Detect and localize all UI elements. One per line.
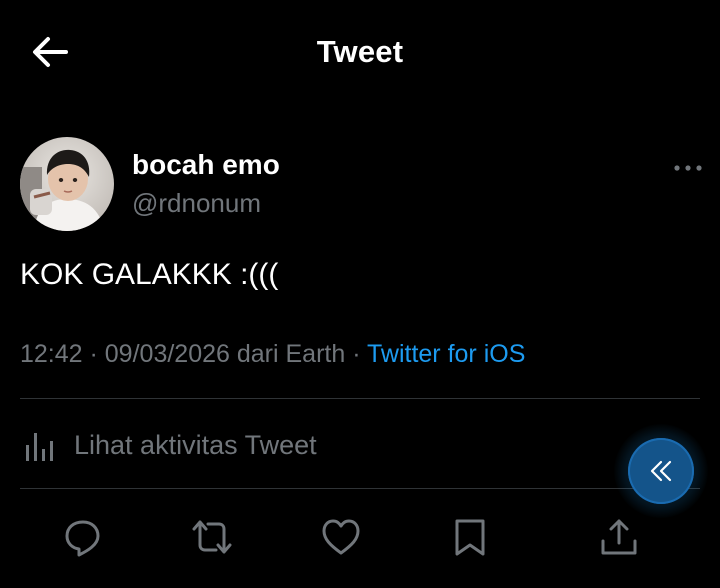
collapse-fab-button[interactable] (628, 438, 694, 504)
tweet-time: 12:42 (20, 340, 83, 368)
meta-separator: · (82, 340, 105, 368)
more-options-button[interactable] (668, 153, 708, 183)
bookmark-button[interactable] (448, 515, 492, 559)
tweet-date: 09/03/2026 (104, 340, 230, 368)
view-activity-label: Lihat aktivitas Tweet (74, 429, 317, 460)
retweet-button[interactable] (190, 515, 234, 559)
tweet-action-bar (0, 505, 720, 569)
share-button[interactable] (597, 515, 641, 559)
tweet-location: dari Earth (229, 340, 346, 368)
bookmark-icon (455, 519, 485, 556)
view-activity-link[interactable]: Lihat aktivitas Tweet (20, 420, 317, 470)
avatar[interactable] (20, 137, 114, 231)
share-icon (601, 519, 637, 555)
reply-button[interactable] (61, 515, 105, 559)
display-name[interactable]: bocah emo (132, 149, 280, 181)
tweet-source-link[interactable]: Twitter for iOS (367, 340, 525, 368)
meta-separator: · (345, 340, 368, 368)
user-handle[interactable]: @rdnonum (132, 188, 261, 219)
page-title: Tweet (316, 34, 404, 69)
divider (20, 488, 700, 489)
double-chevron-left-icon (650, 460, 672, 482)
bar-chart-icon (26, 433, 53, 461)
like-icon (322, 519, 360, 555)
like-button[interactable] (319, 515, 363, 559)
more-horizontal-icon (674, 165, 702, 171)
tweet-author: bocah emo @rdnonum (20, 137, 702, 233)
tweet-text: KOK GALAKKK :((( (20, 258, 279, 291)
tweet-meta: 12:42 · 09/03/2026 dari Earth · Twitter … (20, 340, 525, 369)
avatar-photo (20, 137, 114, 231)
reply-icon (65, 520, 100, 557)
top-bar: Tweet (0, 0, 720, 104)
divider (20, 398, 700, 399)
retweet-icon (192, 520, 232, 554)
